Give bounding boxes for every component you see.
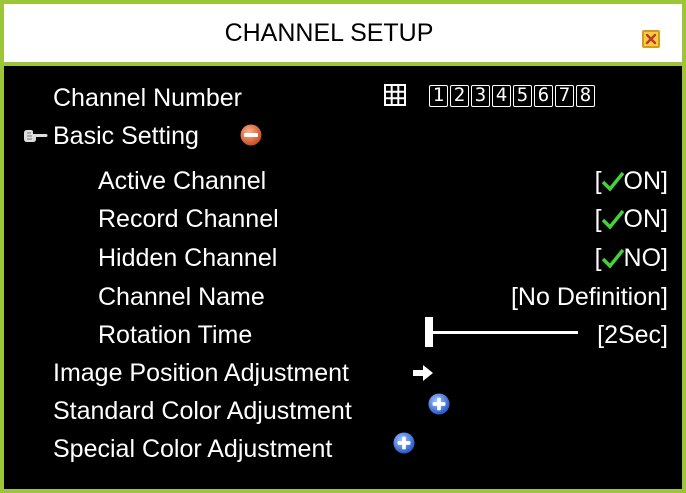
grid-view-icon[interactable] [384,84,406,106]
close-icon[interactable] [642,30,660,48]
channel-name-value[interactable]: [No Definition] [404,283,668,312]
collapse-icon[interactable] [240,124,262,146]
check-icon [601,248,624,269]
standard-color-adjustment-label[interactable]: Standard Color Adjustment [53,397,352,426]
hidden-channel-state: NO] [623,244,668,272]
rotation-time-label: Rotation Time [98,321,253,349]
active-channel-value[interactable]: [ ON] [514,167,668,196]
channel-number-label: Channel Number [53,84,242,112]
active-channel-state: ON] [623,167,668,195]
image-position-adjustment-label[interactable]: Image Position Adjustment [53,359,349,388]
record-channel-state: ON] [623,205,668,233]
check-icon [601,171,624,192]
bracket-open: [ [594,205,602,233]
active-channel-label: Active Channel [98,167,267,195]
basic-setting-label[interactable]: Basic Setting [53,122,199,151]
rotation-time-slider-handle[interactable] [425,317,433,347]
channel-3-button[interactable]: 3 [471,85,490,107]
expand-icon[interactable] [393,432,415,454]
hidden-channel-value[interactable]: [ NO] [514,244,668,273]
channel-7-button[interactable]: 7 [555,85,574,107]
channel-5-button[interactable]: 5 [513,85,532,107]
special-color-adjustment-label[interactable]: Special Color Adjustment [53,435,332,464]
rotation-time-value: [2Sec] [597,321,668,349]
channel-1-button[interactable]: 1 [429,85,448,107]
channel-6-button[interactable]: 6 [534,85,553,107]
bracket-open: [ [594,244,602,272]
pointing-hand-icon [24,130,48,142]
record-channel-label: Record Channel [98,205,279,233]
channel-setup-dialog: CHANNEL SETUP Channel Number 1 2 3 4 5 6… [0,0,686,493]
hidden-channel-label: Hidden Channel [98,244,278,272]
channel-8-button[interactable]: 8 [576,85,595,107]
arrow-right-icon[interactable] [412,364,434,382]
bracket-open: [ [594,167,602,195]
channel-4-button[interactable]: 4 [492,85,511,107]
check-icon [601,209,624,230]
channel-name-label: Channel Name [98,283,265,311]
expand-icon[interactable] [428,393,450,415]
title-bar: CHANNEL SETUP [4,4,682,66]
record-channel-value[interactable]: [ ON] [514,205,668,234]
dialog-title: CHANNEL SETUP [224,19,434,47]
channel-2-button[interactable]: 2 [450,85,469,107]
rotation-time-slider-track[interactable] [433,331,578,334]
